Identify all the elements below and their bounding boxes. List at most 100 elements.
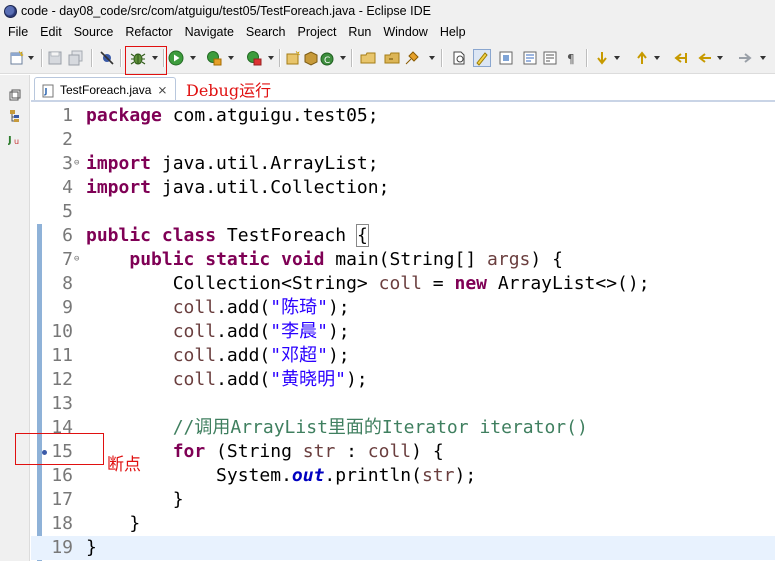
line-number: 14 xyxy=(51,417,73,438)
next-annotation-icon[interactable] xyxy=(594,50,610,66)
code-token: coll xyxy=(378,273,422,294)
code-token: for xyxy=(172,441,206,462)
code-line[interactable]: 5 xyxy=(31,200,775,224)
toggle-mark-occurrences-icon[interactable] xyxy=(451,50,467,66)
skip-breakpoints-icon[interactable] xyxy=(99,50,115,66)
menu-project[interactable]: Project xyxy=(292,25,343,39)
line-number: 16 xyxy=(51,465,73,486)
menu-file[interactable]: File xyxy=(0,25,34,39)
line-number: 11 xyxy=(51,345,73,366)
code-line[interactable]: 6 public class TestForeach { xyxy=(31,224,775,248)
line-number: 12 xyxy=(51,369,73,390)
debug-icon[interactable] xyxy=(130,50,146,66)
junit-icon[interactable]: Ju xyxy=(8,132,22,146)
code-token: package xyxy=(86,105,162,126)
menu-refactor[interactable]: Refactor xyxy=(119,25,178,39)
code-line[interactable]: 2 xyxy=(31,128,775,152)
code-line[interactable]: 9 coll.add("陈琦"); xyxy=(31,296,775,320)
last-edit-icon[interactable] xyxy=(673,50,689,66)
highlight-icon[interactable] xyxy=(473,49,491,67)
code-line[interactable]: 11 coll.add("邓超"); xyxy=(31,344,775,368)
line-number: 1 xyxy=(62,105,73,126)
svg-text:u: u xyxy=(14,137,19,145)
open-type-icon[interactable] xyxy=(360,50,376,66)
run-icon[interactable] xyxy=(168,50,184,66)
search-icon[interactable] xyxy=(404,50,420,66)
code-line[interactable]: 17 } xyxy=(31,488,775,512)
code-token: java.util.Collection; xyxy=(151,177,390,198)
code-text: coll.add("邓超"); xyxy=(86,344,350,368)
restore-icon[interactable] xyxy=(8,88,22,102)
code-line[interactable]: 4 import java.util.Collection; xyxy=(31,176,775,200)
svg-text:J: J xyxy=(8,135,12,145)
code-text: coll.add("黄晓明"); xyxy=(86,368,368,392)
code-line[interactable]: 16 System.out.println(str); xyxy=(31,464,775,488)
code-editor[interactable]: 1 package com.atguigu.test05; 2 3 ⊖ import ja… xyxy=(31,102,775,561)
save-icon[interactable] xyxy=(47,50,63,66)
code-line[interactable]: 1 package com.atguigu.test05; xyxy=(31,104,775,128)
new-icon[interactable] xyxy=(9,50,25,66)
forward-icon[interactable] xyxy=(737,50,753,66)
menu-window[interactable]: Window xyxy=(377,25,433,39)
menu-edit[interactable]: Edit xyxy=(34,25,68,39)
new-class-icon[interactable]: C xyxy=(319,50,335,66)
coverage-icon[interactable] xyxy=(206,50,222,66)
window-title: code - day08_code/src/com/atguigu/test05… xyxy=(21,4,431,18)
save-all-icon[interactable] xyxy=(68,50,84,66)
menu-help[interactable]: Help xyxy=(434,25,472,39)
code-line[interactable]: 15 for (String str : coll) { xyxy=(31,440,775,464)
back-icon[interactable] xyxy=(697,50,713,66)
previous-annotation-icon[interactable] xyxy=(634,50,650,66)
code-token: .add( xyxy=(216,345,271,366)
code-token: class xyxy=(161,225,217,246)
word-wrap-icon[interactable] xyxy=(542,50,558,66)
code-line[interactable]: 7 ⊖ public static void main(String[] args… xyxy=(31,248,775,272)
code-text: coll.add("陈琦"); xyxy=(86,296,350,320)
code-token: coll xyxy=(172,297,217,318)
code-token: main(String[] xyxy=(324,249,488,270)
menu-source[interactable]: Source xyxy=(68,25,120,39)
code-token: str xyxy=(302,441,336,462)
code-text: package com.atguigu.test05; xyxy=(86,104,379,128)
code-token: } xyxy=(86,489,184,510)
code-text: import java.util.Collection; xyxy=(86,176,389,200)
code-line[interactable]: 3 ⊖ import java.util.ArrayList; xyxy=(31,152,775,176)
fold-toggle-icon[interactable]: ⊖ xyxy=(74,158,79,168)
close-icon[interactable]: ⨯ xyxy=(157,83,167,97)
code-line[interactable]: 8 Collection<String> coll = new ArrayLis… xyxy=(31,272,775,296)
code-line[interactable]: 10 coll.add("李晨"); xyxy=(31,320,775,344)
tab-testforeach-java[interactable]: J TestForeach.java ⨯ xyxy=(34,77,176,101)
new-package-icon[interactable] xyxy=(303,50,319,66)
code-line[interactable]: 14 //调用ArrayList里面的Iterator iterator() xyxy=(31,416,775,440)
code-token: .add( xyxy=(216,297,271,318)
code-token: TestForeach xyxy=(216,225,357,246)
package-explorer-icon[interactable] xyxy=(8,109,22,123)
external-tools-icon[interactable] xyxy=(246,50,262,66)
code-token: coll xyxy=(172,345,217,366)
fold-toggle-icon[interactable]: ⊖ xyxy=(74,254,79,264)
paragraph-icon[interactable]: ¶ xyxy=(564,50,580,66)
code-text: import java.util.ArrayList; xyxy=(86,152,379,176)
menu-run[interactable]: Run xyxy=(342,25,377,39)
code-lines[interactable]: 1 package com.atguigu.test05; 2 3 ⊖ import ja… xyxy=(31,104,775,560)
code-line[interactable]: 13 xyxy=(31,392,775,416)
code-line[interactable]: 18 } xyxy=(31,512,775,536)
show-whitespace-icon[interactable] xyxy=(522,50,538,66)
svg-text:J: J xyxy=(44,87,48,96)
menu-search[interactable]: Search xyxy=(240,25,292,39)
code-line[interactable]: 12 coll.add("黄晓明"); xyxy=(31,368,775,392)
block-selection-icon[interactable] xyxy=(498,50,514,66)
tab-label: TestForeach.java xyxy=(60,82,152,97)
new-java-project-icon[interactable] xyxy=(285,50,301,66)
java-file-icon: J xyxy=(41,83,55,97)
line-number: 3 xyxy=(62,153,73,174)
menu-navigate[interactable]: Navigate xyxy=(179,25,240,39)
code-line[interactable]: 19} xyxy=(31,536,775,560)
open-task-icon[interactable] xyxy=(384,50,400,66)
code-token: { xyxy=(355,224,369,247)
line-number: 10 xyxy=(51,321,73,342)
